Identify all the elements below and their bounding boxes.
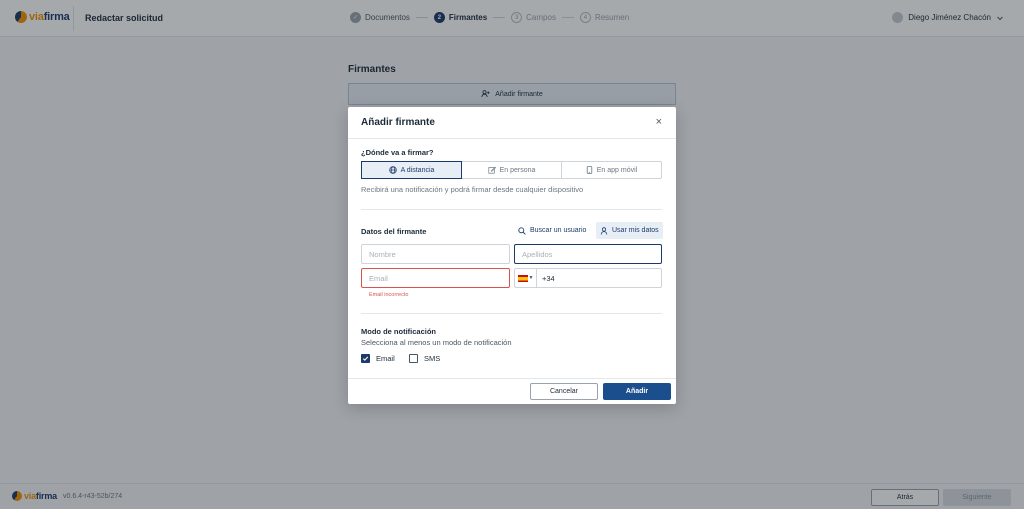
notification-mode-hint: Selecciona al menos un modo de notificac…: [361, 338, 512, 347]
add-button[interactable]: Añadir: [603, 383, 671, 400]
modal-title: Añadir firmante: [361, 117, 435, 128]
spain-flag-icon: [517, 274, 528, 282]
sms-notification-checkbox[interactable]: SMS: [409, 354, 440, 363]
country-code-select[interactable]: ▼: [515, 269, 537, 287]
use-my-data-label: Usar mis datos: [612, 227, 659, 234]
caret-down-icon: ▼: [528, 275, 534, 281]
option-label: En persona: [499, 166, 536, 174]
user-icon: [600, 226, 608, 235]
globe-icon: [388, 166, 397, 174]
checkbox-unchecked-icon: [409, 354, 418, 363]
signing-location-selector: A distancia En persona En app móvil: [361, 161, 662, 179]
use-my-data-button[interactable]: Usar mis datos: [596, 222, 663, 239]
checkbox-checked-icon: [361, 354, 370, 363]
option-mobile-app[interactable]: En app móvil: [562, 162, 661, 178]
modal-header: Añadir firmante ×: [348, 107, 676, 139]
close-icon[interactable]: ×: [656, 116, 662, 128]
edit-icon: [488, 166, 496, 174]
email-input[interactable]: [361, 268, 510, 288]
signer-data-label: Datos del firmante: [361, 227, 427, 236]
search-user-button[interactable]: Buscar un usuario: [514, 222, 590, 239]
email-notification-checkbox[interactable]: Email: [361, 354, 395, 363]
checkbox-label: SMS: [424, 354, 441, 363]
phone-prefix[interactable]: +34: [537, 274, 555, 283]
option-label: A distancia: [400, 166, 435, 174]
last-name-input[interactable]: [514, 244, 662, 264]
modal-footer: Cancelar Añadir: [348, 378, 676, 404]
where-label: ¿Dónde va a firmar?: [361, 148, 434, 157]
mobile-icon: [586, 166, 592, 174]
phone-field: ▼ +34: [514, 268, 662, 288]
option-in-person[interactable]: En persona: [462, 162, 562, 178]
checkbox-label: Email: [376, 354, 395, 363]
where-hint: Recibirá una notificación y podrá firmar…: [361, 185, 584, 194]
divider: [361, 313, 662, 314]
cancel-button[interactable]: Cancelar: [530, 383, 598, 400]
search-user-label: Buscar un usuario: [530, 227, 587, 234]
add-signer-modal: Añadir firmante × ¿Dónde va a firmar? A …: [348, 107, 676, 404]
search-icon: [518, 226, 526, 235]
notification-mode-label: Modo de notificación: [361, 327, 436, 336]
divider: [361, 209, 662, 210]
email-error-message: Email incorrecto: [369, 292, 409, 298]
option-label: En app móvil: [596, 166, 638, 174]
first-name-input[interactable]: [361, 244, 510, 264]
option-remote[interactable]: A distancia: [361, 161, 462, 179]
